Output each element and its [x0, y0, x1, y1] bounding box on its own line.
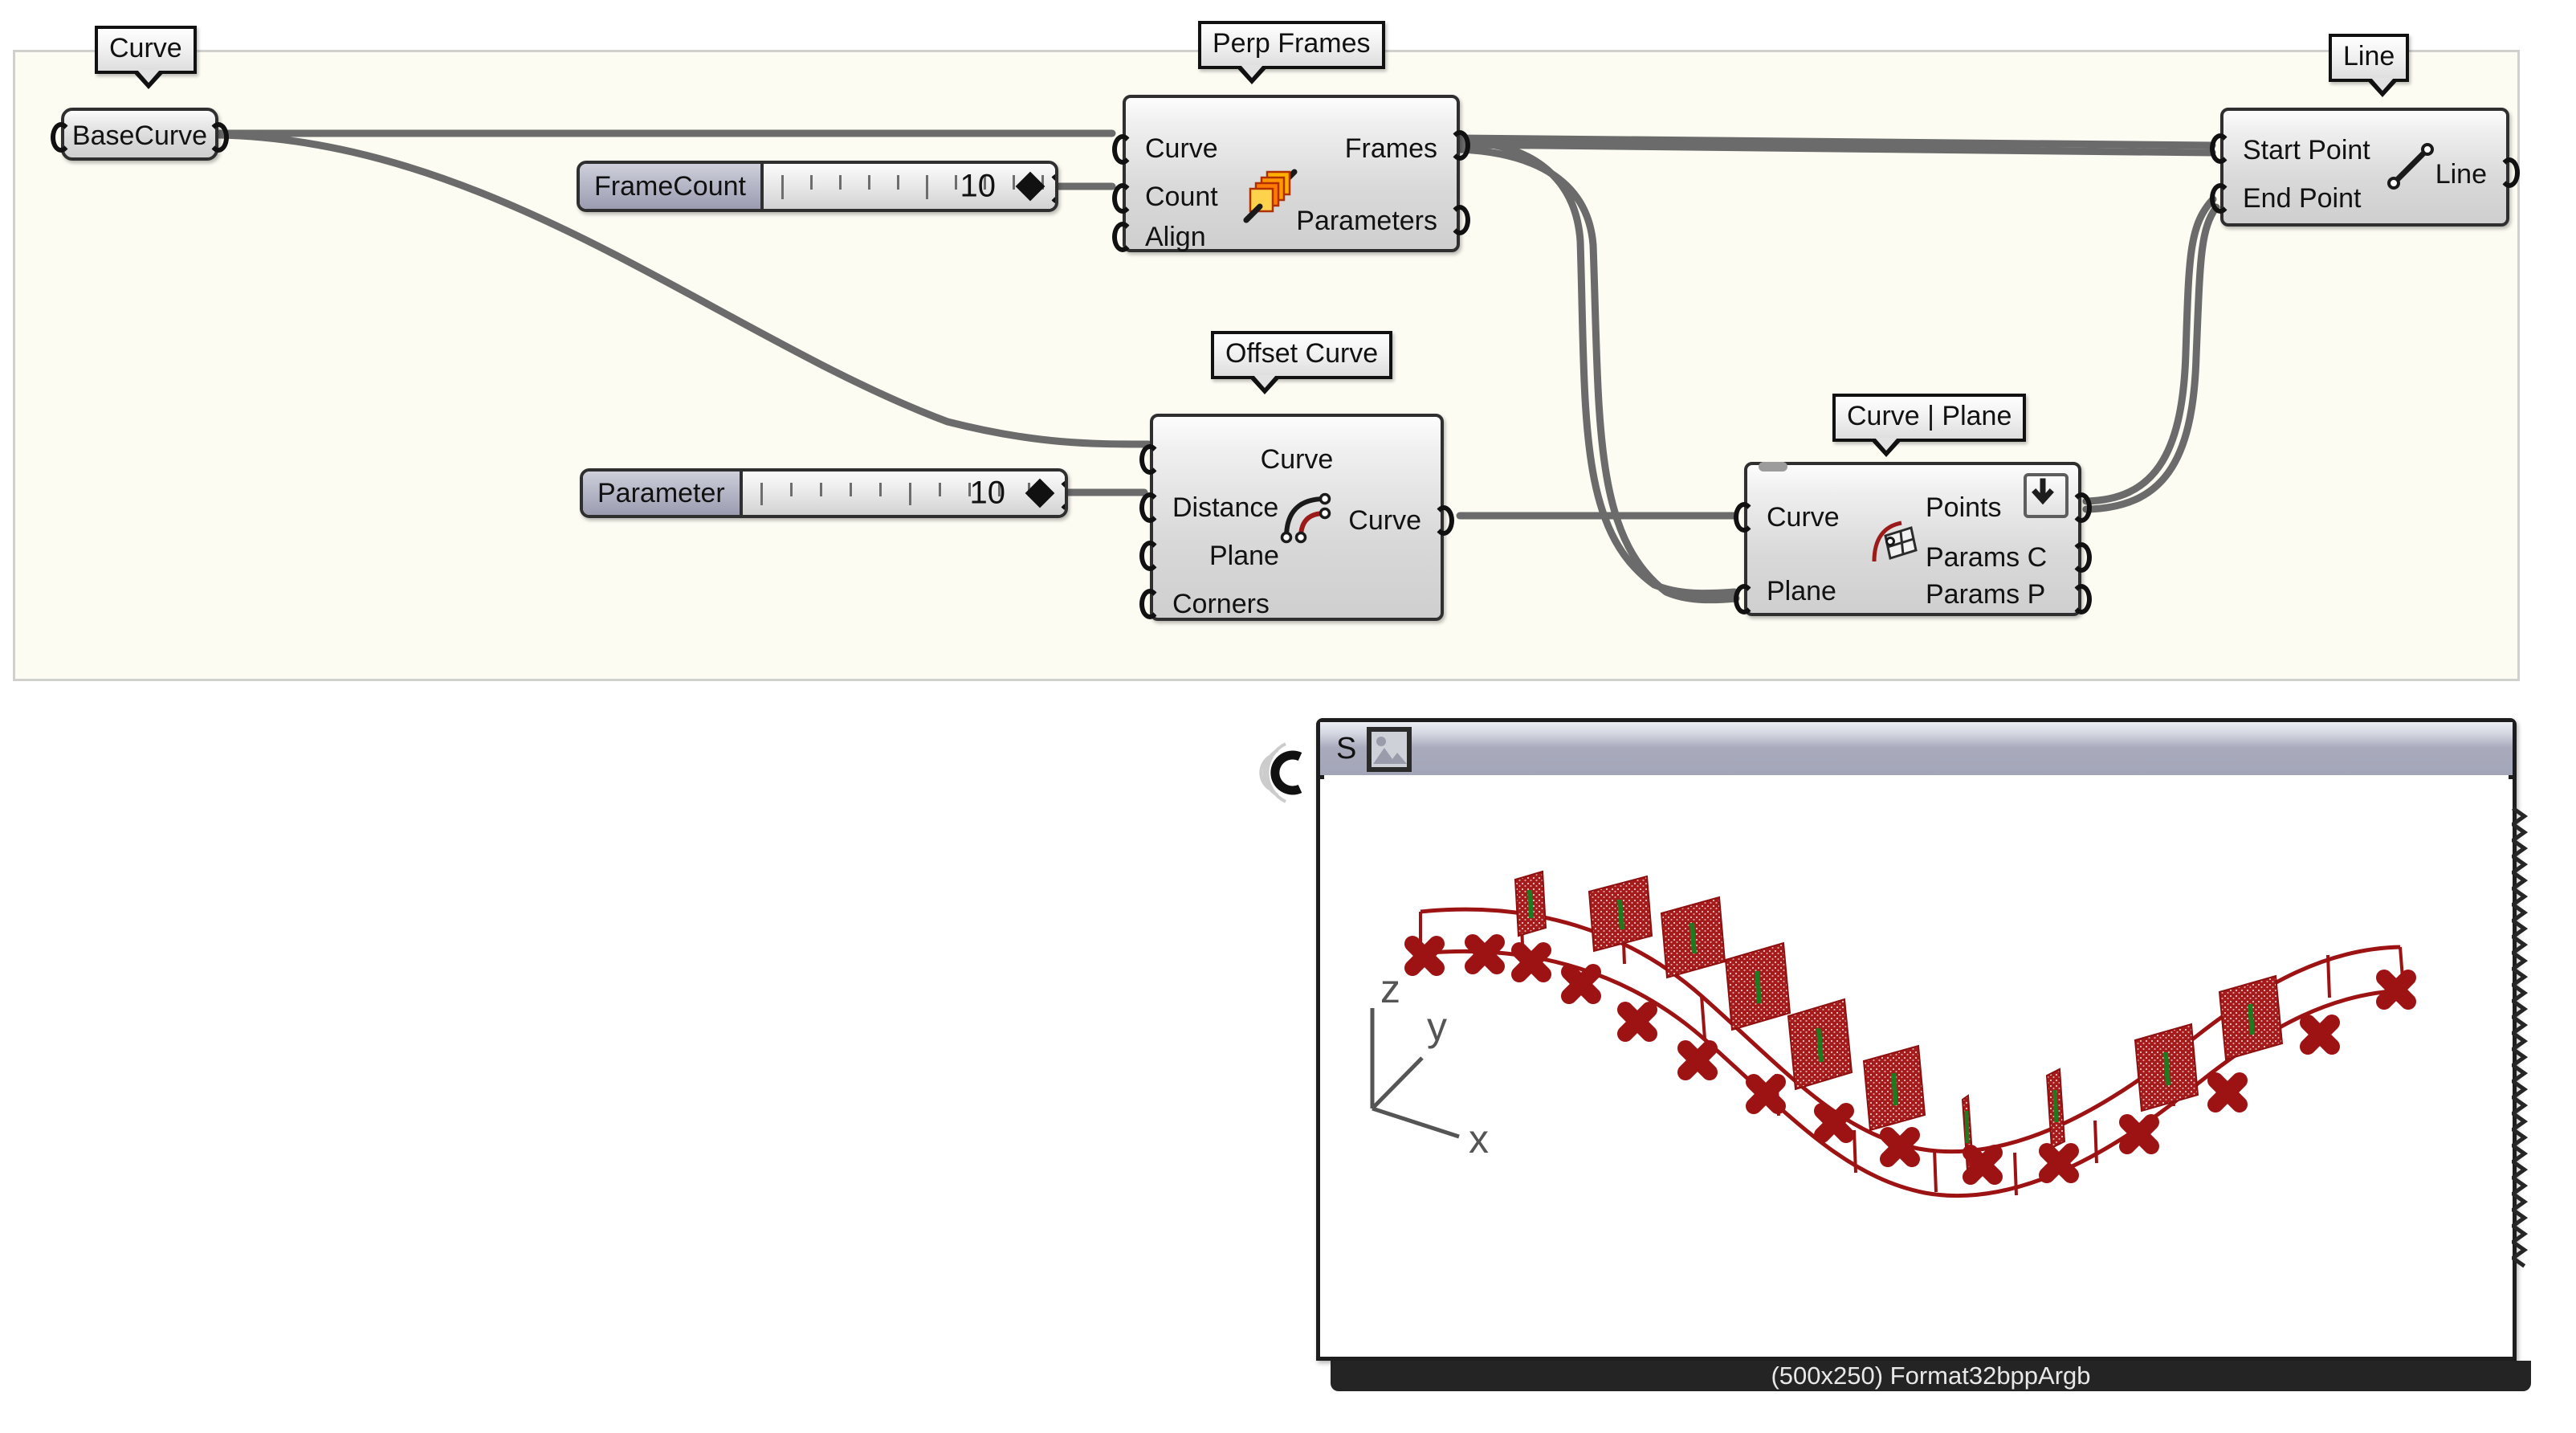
slider-framecount-ticks — [781, 175, 1055, 202]
slider-framecount-value: 10 — [960, 168, 997, 204]
node-warning-dots — [1759, 462, 1787, 472]
tag-curve-label: Curve — [109, 33, 182, 63]
offsetcurve-input-label-distance: Distance — [1172, 492, 1279, 523]
slider-parameter-name: Parameter — [583, 472, 743, 515]
slider-framecount-track[interactable]: 10 — [763, 164, 1055, 209]
param-basecurve[interactable]: BaseCurve — [51, 108, 229, 161]
perpframes-input-nib-curve[interactable] — [1112, 134, 1133, 165]
offsetcurve-output-nib-curve[interactable] — [1433, 505, 1454, 536]
line-input-label-end: End Point — [2243, 183, 2362, 214]
offsetcurve-input-nib-corners[interactable] — [1139, 589, 1160, 619]
curveplane-output-nib-paramsc[interactable] — [2071, 542, 2092, 573]
line-output-nib-line[interactable] — [2499, 157, 2520, 188]
tag-pointer — [1248, 375, 1282, 394]
curveplane-input-label-plane: Plane — [1767, 576, 1836, 606]
perpframes-output-nib-frames[interactable] — [1449, 130, 1470, 161]
tag-line[interactable]: Line — [2329, 34, 2410, 97]
curveplane-input-nib-curve[interactable] — [1734, 502, 1755, 533]
tag-offset-curve[interactable]: Offset Curve — [1211, 331, 1393, 394]
panel-status-text: (500x250) Format32bppArgb — [1771, 1362, 2091, 1390]
stacked-frames-icon — [1243, 169, 1298, 223]
slider-framecount[interactable]: FrameCount 10 — [577, 161, 1058, 212]
tag-perp-frames-label: Perp Frames — [1213, 28, 1371, 59]
curveplane-output-label-points: Points — [1926, 492, 2002, 523]
perpframes-output-label-parameters: Parameters — [1296, 206, 1437, 236]
slider-parameter[interactable]: Parameter 10 — [580, 468, 1068, 518]
download-arrow-icon[interactable] — [2024, 473, 2069, 518]
perpframes-input-nib-count[interactable] — [1112, 183, 1133, 214]
offsetcurve-input-label-curve: Curve — [1260, 444, 1334, 475]
tag-curve-plane[interactable]: Curve | Plane — [1832, 394, 2027, 457]
tag-line-label: Line — [2343, 41, 2395, 71]
line-input-nib-start[interactable] — [2210, 133, 2231, 164]
node-perp-frames[interactable]: Curve Count Align Frames Parameters — [1112, 95, 1470, 252]
offsetcurve-input-nib-distance[interactable] — [1139, 492, 1160, 523]
slider-parameter-track[interactable]: 10 — [742, 472, 1065, 515]
tag-pointer — [1869, 438, 1903, 457]
tag-pointer — [1235, 65, 1269, 84]
line-segment-icon — [2387, 143, 2434, 190]
tag-offset-curve-label: Offset Curve — [1225, 338, 1379, 369]
curveplane-output-nib-points[interactable] — [2071, 492, 2092, 523]
line-input-nib-end[interactable] — [2210, 183, 2231, 214]
curveplane-output-label-paramsc: Params C — [1926, 542, 2048, 573]
tag-pointer — [2366, 78, 2399, 97]
offsetcurve-input-label-corners: Corners — [1172, 589, 1270, 619]
basecurve-label: BaseCurve — [71, 120, 208, 151]
panel-body: S z y x — [1316, 718, 2517, 1361]
slider-parameter-ticks — [760, 483, 1065, 510]
perpframes-output-label-frames: Frames — [1344, 133, 1437, 164]
picture-icon[interactable] — [1367, 727, 1412, 772]
tag-perp-frames[interactable]: Perp Frames — [1198, 21, 1385, 84]
panel-resize-grip[interactable] — [2512, 718, 2536, 1361]
offsetcurve-output-label-curve: Curve — [1348, 505, 1421, 536]
curveplane-output-label-paramsp: Params P — [1926, 579, 2046, 610]
axis-label-z: z — [1380, 966, 1400, 1011]
image-preview-panel[interactable]: S z y x (500x250) Format32bppArgb — [1259, 718, 2541, 1391]
node-line[interactable]: Start Point End Point Line — [2210, 108, 2520, 227]
perpframes-input-nib-align[interactable] — [1112, 222, 1133, 252]
slider-parameter-value: 10 — [969, 475, 1006, 511]
panel-viewport[interactable]: z y x — [1324, 775, 2509, 1353]
curveplane-input-nib-plane[interactable] — [1734, 584, 1755, 614]
tag-curve[interactable]: Curve — [95, 26, 197, 89]
slider-framecount-name: FrameCount — [580, 164, 764, 209]
curve-plane-icon — [1872, 521, 1918, 562]
panel-header[interactable]: S — [1320, 722, 2513, 779]
curveplane-output-nib-paramsp[interactable] — [2071, 584, 2092, 614]
viewport-geometry: z y x — [1370, 870, 2416, 1198]
offset-arc-icon — [1280, 492, 1331, 544]
axis-label-y: y — [1427, 1004, 1447, 1049]
tag-curve-plane-label: Curve | Plane — [1847, 401, 2012, 431]
node-curve-plane[interactable]: Curve Plane Points Params C Params P — [1734, 462, 2092, 616]
offsetcurve-input-label-plane: Plane — [1209, 541, 1279, 571]
node-offset-curve[interactable]: Curve Distance Plane Corners Curve — [1139, 414, 1454, 621]
panel-header-label: S — [1336, 732, 1357, 765]
perpframes-input-label-count: Count — [1145, 182, 1218, 212]
perpframes-output-nib-parameters[interactable] — [1449, 205, 1470, 235]
panel-status-bar: (500x250) Format32bppArgb — [1331, 1361, 2531, 1391]
axis-label-x: x — [1469, 1117, 1489, 1162]
tag-pointer — [132, 70, 165, 89]
perpframes-input-label-align: Align — [1145, 222, 1206, 252]
line-output-label-line: Line — [2435, 159, 2487, 190]
line-input-label-start: Start Point — [2243, 135, 2370, 165]
perpframes-input-label-curve: Curve — [1145, 133, 1218, 164]
offsetcurve-input-nib-plane[interactable] — [1139, 541, 1160, 571]
curveplane-input-label-curve: Curve — [1767, 502, 1840, 533]
